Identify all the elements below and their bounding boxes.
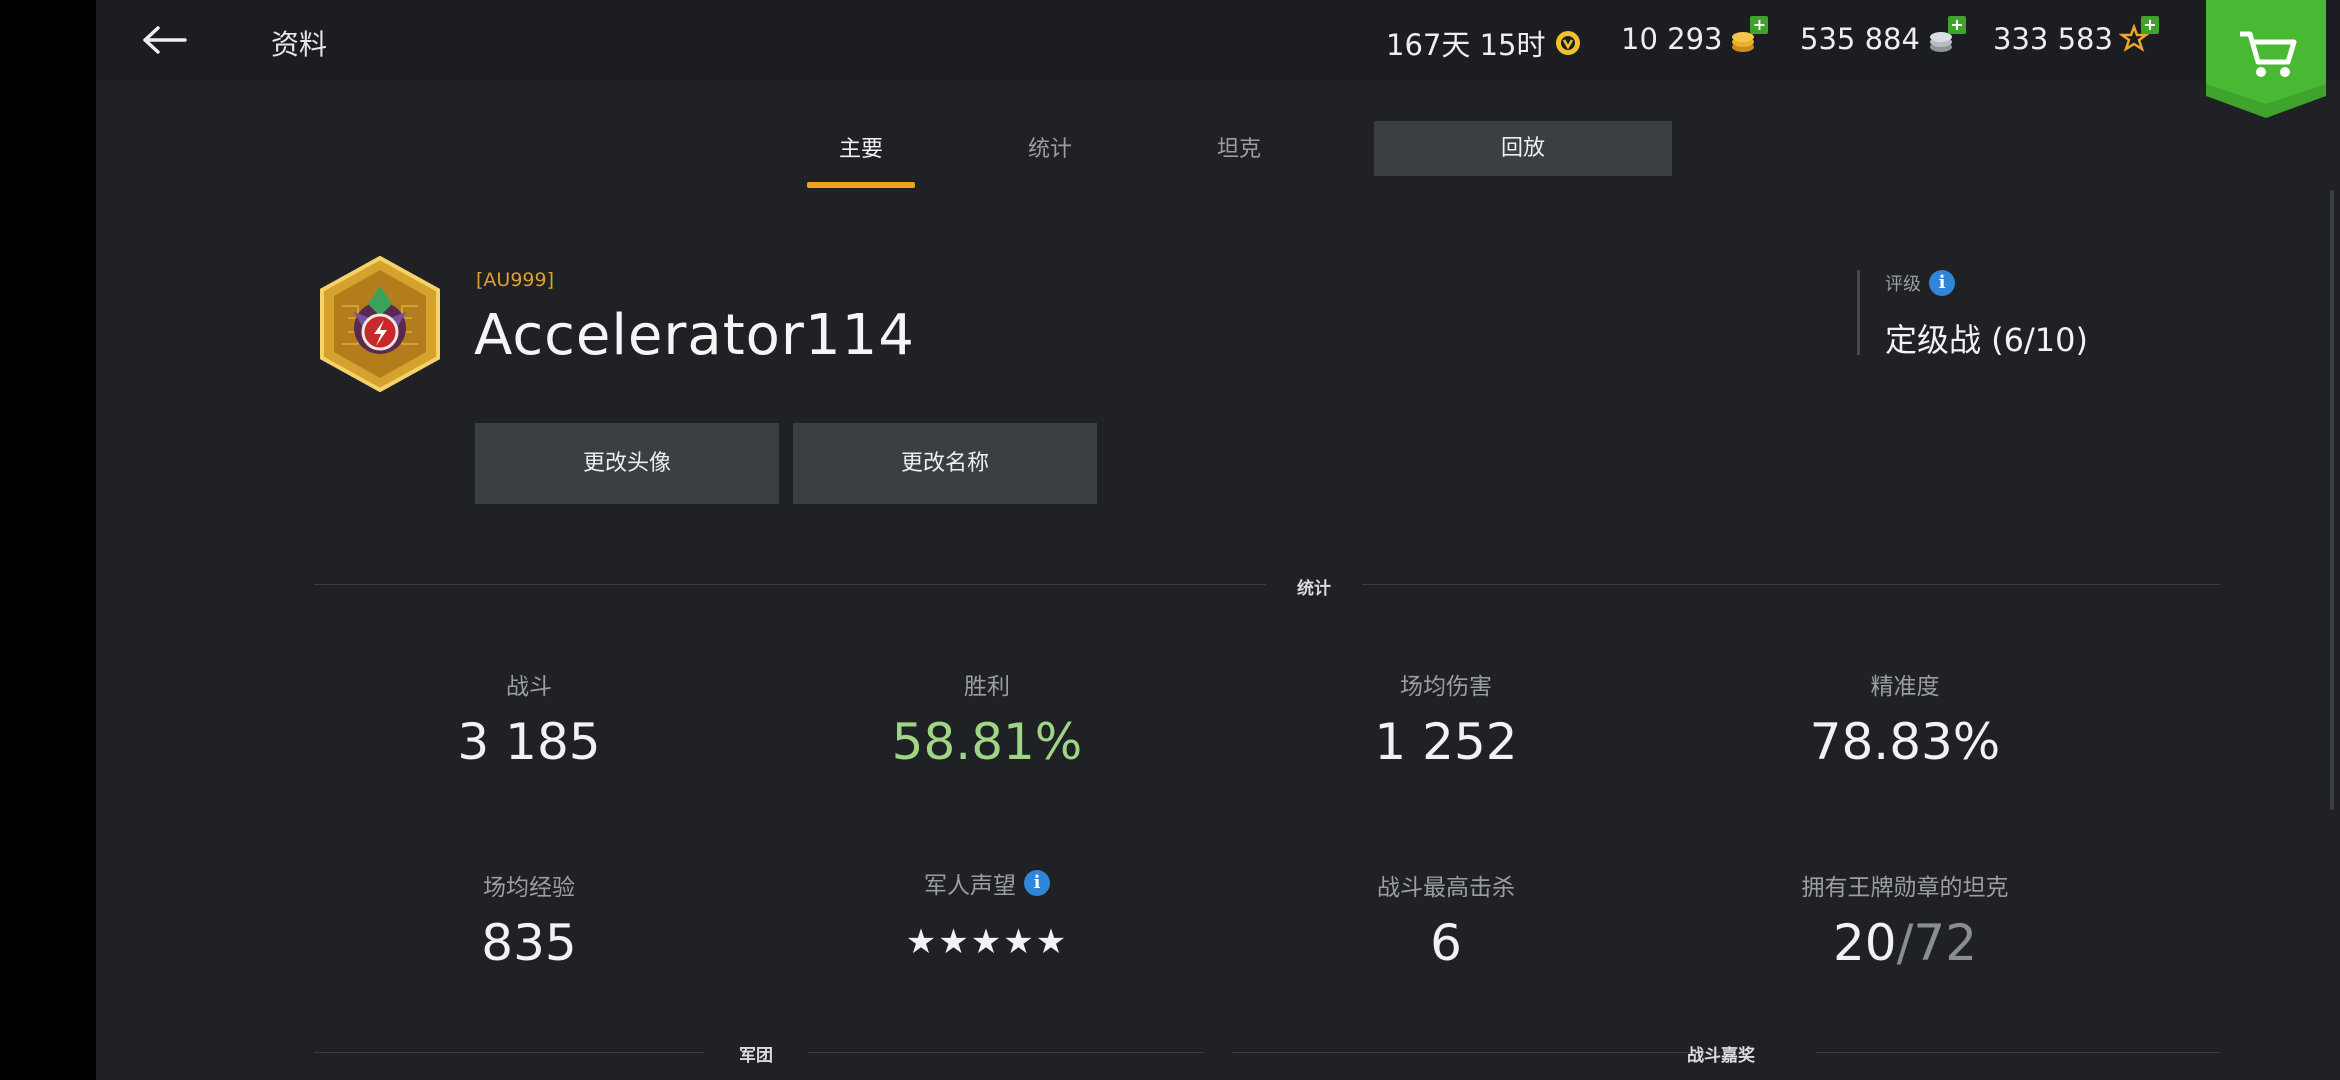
rating-info-icon[interactable]: i [1929, 270, 1955, 296]
change-avatar-button[interactable]: 更改头像 [475, 423, 779, 504]
page-title: 资料 [271, 28, 328, 61]
top-bar: 资料 167天 15时 10 293 + 535 884 + 333 583 + [96, 0, 2340, 80]
battles-label: 战斗 [506, 674, 552, 700]
player-name: Accelerator114 [474, 303, 915, 368]
back-button[interactable] [140, 18, 190, 62]
gold-value: 10 293 [1621, 22, 1723, 56]
awards-divider-right [1816, 1052, 2220, 1053]
change-name-button[interactable]: 更改名称 [793, 423, 1097, 504]
clan-divider-left [314, 1052, 704, 1053]
avg-damage-label: 场均伤害 [1400, 674, 1492, 700]
tab-stats[interactable]: 统计 [996, 130, 1104, 170]
credits-balance[interactable]: 535 884 + [1800, 16, 1966, 56]
reputation-label-text: 军人声望 [924, 873, 1016, 899]
profile-screen: 资料 167天 15时 10 293 + 535 884 + 333 583 +… [96, 0, 2340, 1080]
tab-main[interactable]: 主要 [807, 130, 915, 170]
gold-coins-icon: + [1728, 16, 1769, 56]
free-xp-value: 333 583 [1993, 22, 2113, 56]
player-emblem[interactable] [318, 255, 442, 393]
rating-label: 评级 i [1885, 270, 1955, 296]
premium-time-value: 167天 15时 [1386, 28, 1546, 62]
awards-section-title: 战斗嘉奖 [1687, 1046, 1755, 1066]
ace-tanks-total: /72 [1896, 914, 1978, 972]
clan-tag[interactable]: [AU999] [476, 269, 554, 291]
credits-coins-icon: + [1926, 16, 1966, 56]
active-tab-indicator [807, 182, 915, 188]
ace-tanks-label: 拥有王牌勋章的坦克 [1801, 875, 2009, 901]
gold-balance[interactable]: 10 293 + [1621, 16, 1769, 56]
reputation-label: 军人声望 i [837, 866, 1137, 900]
max-kills-value: 6 [1430, 914, 1462, 972]
free-xp-balance[interactable]: 333 583 + [1993, 16, 2159, 56]
premium-time[interactable]: 167天 15时 [1386, 22, 1585, 64]
star-xp-icon: + [2118, 16, 2159, 56]
arrow-left-icon [143, 26, 187, 54]
replay-button[interactable]: 回放 [1374, 121, 1672, 176]
avg-xp-label: 场均经验 [483, 875, 575, 901]
rating-value: 定级战 (6/10) [1885, 321, 2089, 359]
max-kills-label: 战斗最高击杀 [1377, 875, 1515, 901]
stats-divider-left [314, 584, 1266, 585]
avg-damage-value: 1 252 [1374, 713, 1518, 771]
shop-button[interactable] [2206, 0, 2326, 118]
wins-label: 胜利 [964, 674, 1010, 700]
rating-label-text: 评级 [1885, 274, 1921, 295]
premium-icon [1551, 26, 1585, 60]
reputation-info-icon[interactable]: i [1024, 870, 1050, 896]
add-gold-icon[interactable]: + [1750, 16, 1769, 34]
stats-divider-right [1362, 584, 2220, 585]
scrollbar[interactable] [2330, 190, 2334, 810]
credits-value: 535 884 [1800, 22, 1920, 56]
stats-section-title: 统计 [1297, 579, 1331, 599]
accuracy-label: 精准度 [1870, 674, 1940, 700]
clan-section-title: 军团 [739, 1046, 773, 1066]
rating-divider [1857, 270, 1860, 355]
accuracy-value: 78.83% [1809, 713, 2001, 771]
clan-divider-right [808, 1052, 1204, 1053]
wins-value: 58.81% [891, 713, 1083, 771]
tab-tanks[interactable]: 坦克 [1185, 130, 1293, 170]
ace-tanks-value: 20/72 [1755, 914, 2055, 972]
reputation-stars: ★★★★★ [905, 922, 1069, 962]
avg-xp-value: 835 [481, 914, 577, 972]
add-credits-icon[interactable]: + [1947, 16, 1966, 34]
ace-tanks-count: 20 [1832, 914, 1897, 972]
add-xp-icon[interactable]: + [2140, 16, 2159, 34]
battles-value: 3 185 [457, 713, 601, 771]
